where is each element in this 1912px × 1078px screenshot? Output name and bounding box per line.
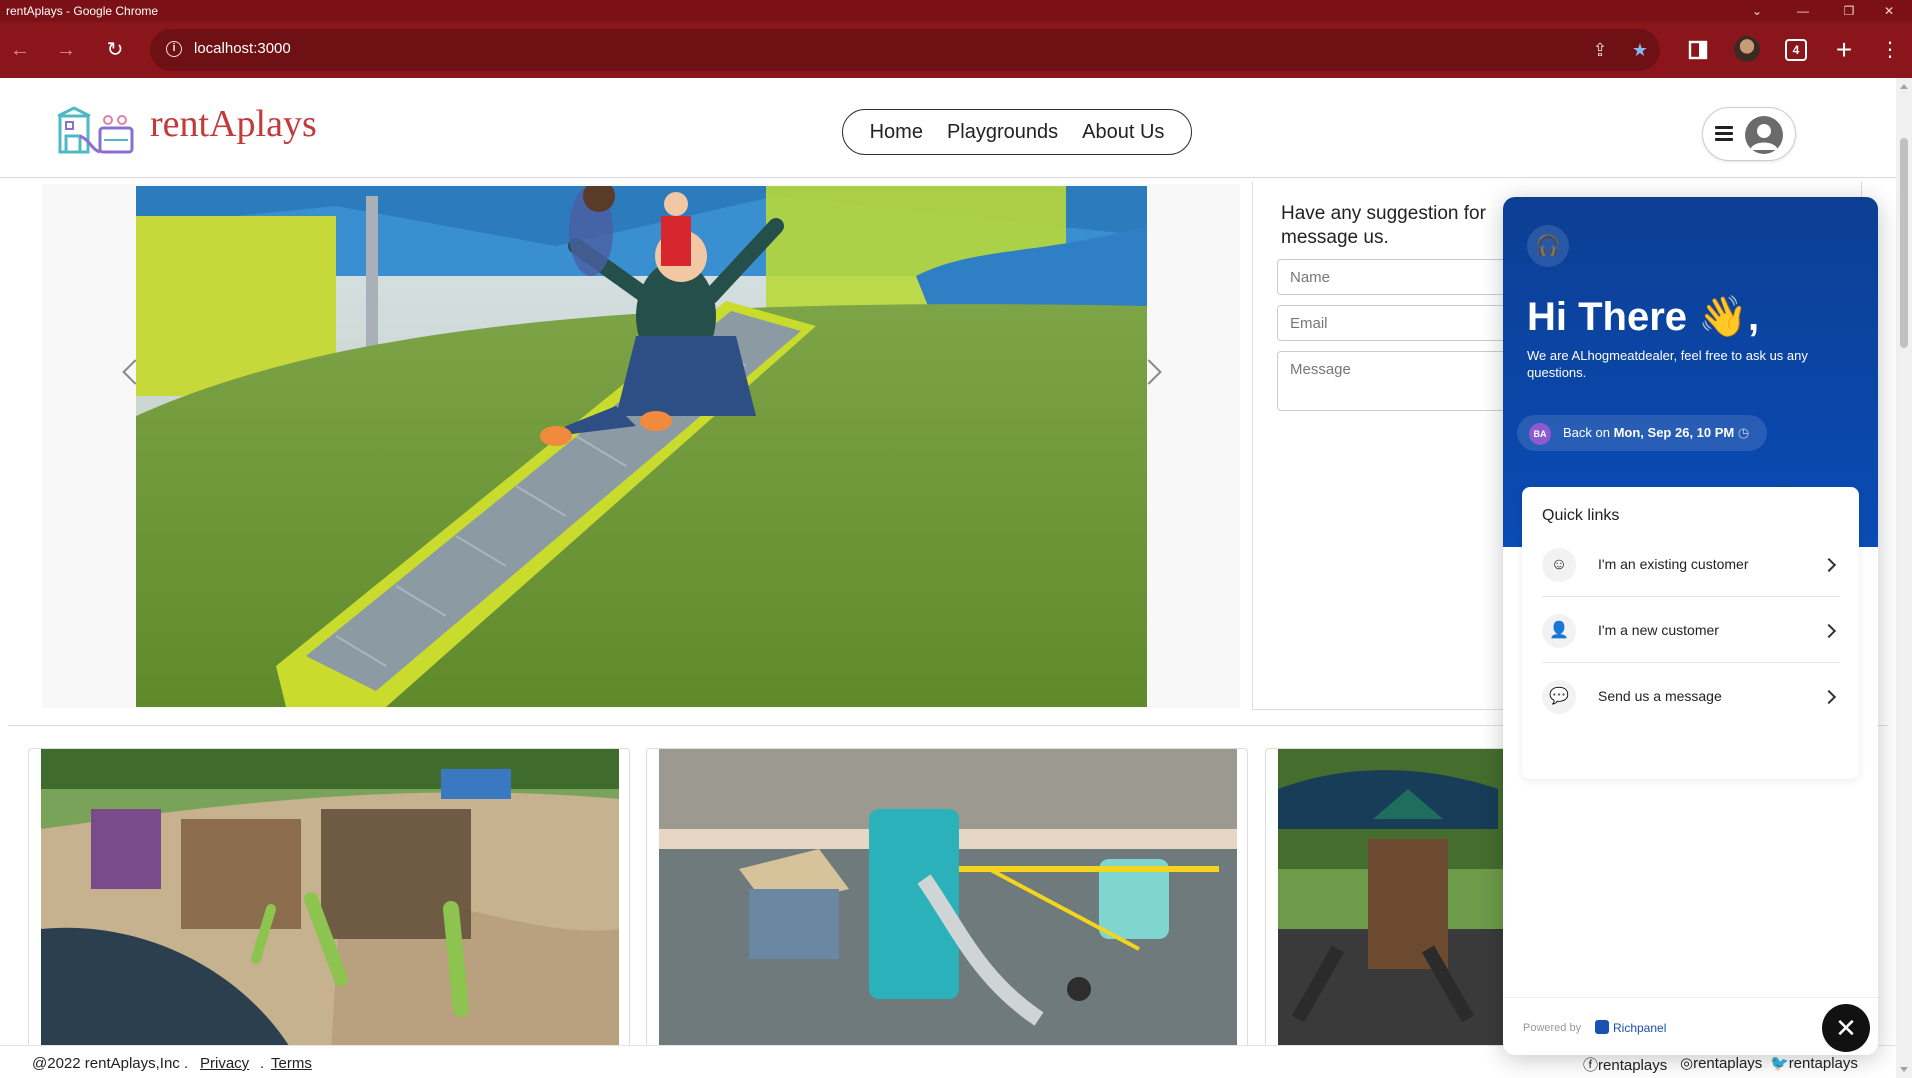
menu-kebab-icon[interactable]: ⋮ xyxy=(1876,36,1904,64)
playground-card[interactable] xyxy=(646,748,1248,1078)
side-panel-icon[interactable] xyxy=(1684,36,1712,64)
profile-avatar[interactable] xyxy=(1734,36,1760,62)
chat-close-button[interactable]: ✕ xyxy=(1822,1004,1870,1052)
playground-image xyxy=(41,749,619,1049)
scroll-down-icon[interactable] xyxy=(1900,1067,1908,1072)
quick-links-title: Quick links xyxy=(1542,507,1620,524)
reload-icon[interactable]: ↻ xyxy=(101,36,129,64)
window-titlebar: rentAplays - Google Chrome ⌄ — ❐ ✕ xyxy=(0,0,1912,22)
quick-links-card: Quick links ☺ I'm an existing customer 👤… xyxy=(1522,487,1859,779)
new-tab-icon[interactable]: + xyxy=(1830,36,1858,64)
nav-home[interactable]: Home xyxy=(870,121,923,144)
hero-image xyxy=(136,186,1147,707)
social-instagram[interactable]: ◎rentaplays xyxy=(1680,1054,1762,1072)
site-info-icon[interactable]: i xyxy=(166,41,182,57)
chat-widget: 🎧 Hi There 👋, We are ALhogmeatdealer, fe… xyxy=(1503,197,1878,1055)
richpanel-logo-icon xyxy=(1595,1020,1609,1034)
window-title: rentAplays - Google Chrome xyxy=(6,4,159,18)
scrollbar-thumb[interactable] xyxy=(1900,138,1908,348)
chevron-right-icon xyxy=(1821,557,1837,573)
playground-image xyxy=(659,749,1237,1049)
back-icon[interactable]: ← xyxy=(6,36,34,64)
chevron-right-icon xyxy=(1821,623,1837,639)
contact-title-line1: Have any suggestion for xyxy=(1281,203,1486,224)
contact-title: Have any suggestion for message us. xyxy=(1281,202,1486,250)
clock-icon: ◷ xyxy=(1737,425,1750,440)
terms-link[interactable]: Terms xyxy=(271,1055,312,1072)
twitter-icon: 🐦 xyxy=(1770,1055,1789,1072)
page-scrollbar[interactable] xyxy=(1896,78,1912,1078)
playground-card[interactable] xyxy=(28,748,630,1078)
address-bar[interactable]: i localhost:3000 ⇪ ★ xyxy=(150,29,1660,71)
chat-greeting: Hi There 👋, xyxy=(1527,295,1760,339)
person-icon: 👤 xyxy=(1542,614,1576,648)
customer-face-icon: ☺ xyxy=(1542,548,1576,582)
contact-title-line2: message us. xyxy=(1281,227,1389,248)
instagram-icon: ◎ xyxy=(1680,1055,1694,1072)
nav-playgrounds[interactable]: Playgrounds xyxy=(947,121,1058,144)
powered-by-text: Powered by xyxy=(1523,1022,1582,1034)
user-avatar-icon xyxy=(1745,116,1783,154)
forward-icon[interactable]: → xyxy=(52,36,80,64)
bookmark-star-icon[interactable]: ★ xyxy=(1628,38,1652,62)
privacy-link[interactable]: Privacy xyxy=(200,1055,249,1072)
minimize-icon[interactable]: — xyxy=(1780,0,1826,22)
tab-count-badge[interactable]: 4 xyxy=(1785,39,1807,61)
social-facebook[interactable]: ⓕrentaplays xyxy=(1583,1054,1667,1075)
availability-badge: BA Back on Mon, Sep 26, 10 PM ◷ xyxy=(1517,415,1768,451)
copyright-text: @2022 rentAplays,Inc . xyxy=(32,1055,189,1072)
nav-about-us[interactable]: About Us xyxy=(1082,121,1164,144)
agent-avatar: BA xyxy=(1529,423,1551,445)
brand-logo-icon[interactable] xyxy=(56,106,134,154)
chat-subtitle: We are ALhogmeatdealer, feel free to ask… xyxy=(1527,348,1808,380)
message-icon: 💬 xyxy=(1542,680,1576,714)
headset-icon: 🎧 xyxy=(1527,225,1569,267)
site-header: rentAplays Home Playgrounds About Us xyxy=(0,78,1896,178)
quick-link-new-customer[interactable]: 👤 I'm a new customer xyxy=(1542,599,1840,663)
brand-name[interactable]: rentAplays xyxy=(150,102,317,146)
url-text[interactable]: localhost:3000 xyxy=(194,40,291,57)
social-twitter[interactable]: 🐦rentaplays xyxy=(1770,1054,1858,1072)
provider-link[interactable]: Richpanel xyxy=(1595,1020,1666,1035)
user-menu-button[interactable] xyxy=(1702,107,1796,161)
tab-search-icon[interactable]: ⌄ xyxy=(1734,0,1780,22)
back-time: Mon, Sep 26, 10 PM xyxy=(1613,425,1735,440)
quick-link-send-message[interactable]: 💬 Send us a message xyxy=(1542,665,1840,729)
share-icon[interactable]: ⇪ xyxy=(1588,38,1612,62)
scroll-up-icon[interactable] xyxy=(1900,84,1908,89)
quick-link-existing-customer[interactable]: ☺ I'm an existing customer xyxy=(1542,533,1840,597)
close-window-icon[interactable]: ✕ xyxy=(1866,0,1912,22)
browser-toolbar: ← → ↻ i localhost:3000 ⇪ ★ 4 + ⋮ xyxy=(0,22,1912,78)
facebook-icon: ⓕ xyxy=(1583,1057,1599,1074)
chevron-right-icon xyxy=(1821,689,1837,705)
hamburger-icon xyxy=(1715,125,1735,141)
footer-separator: . xyxy=(260,1055,265,1072)
main-nav: Home Playgrounds About Us xyxy=(842,109,1192,155)
